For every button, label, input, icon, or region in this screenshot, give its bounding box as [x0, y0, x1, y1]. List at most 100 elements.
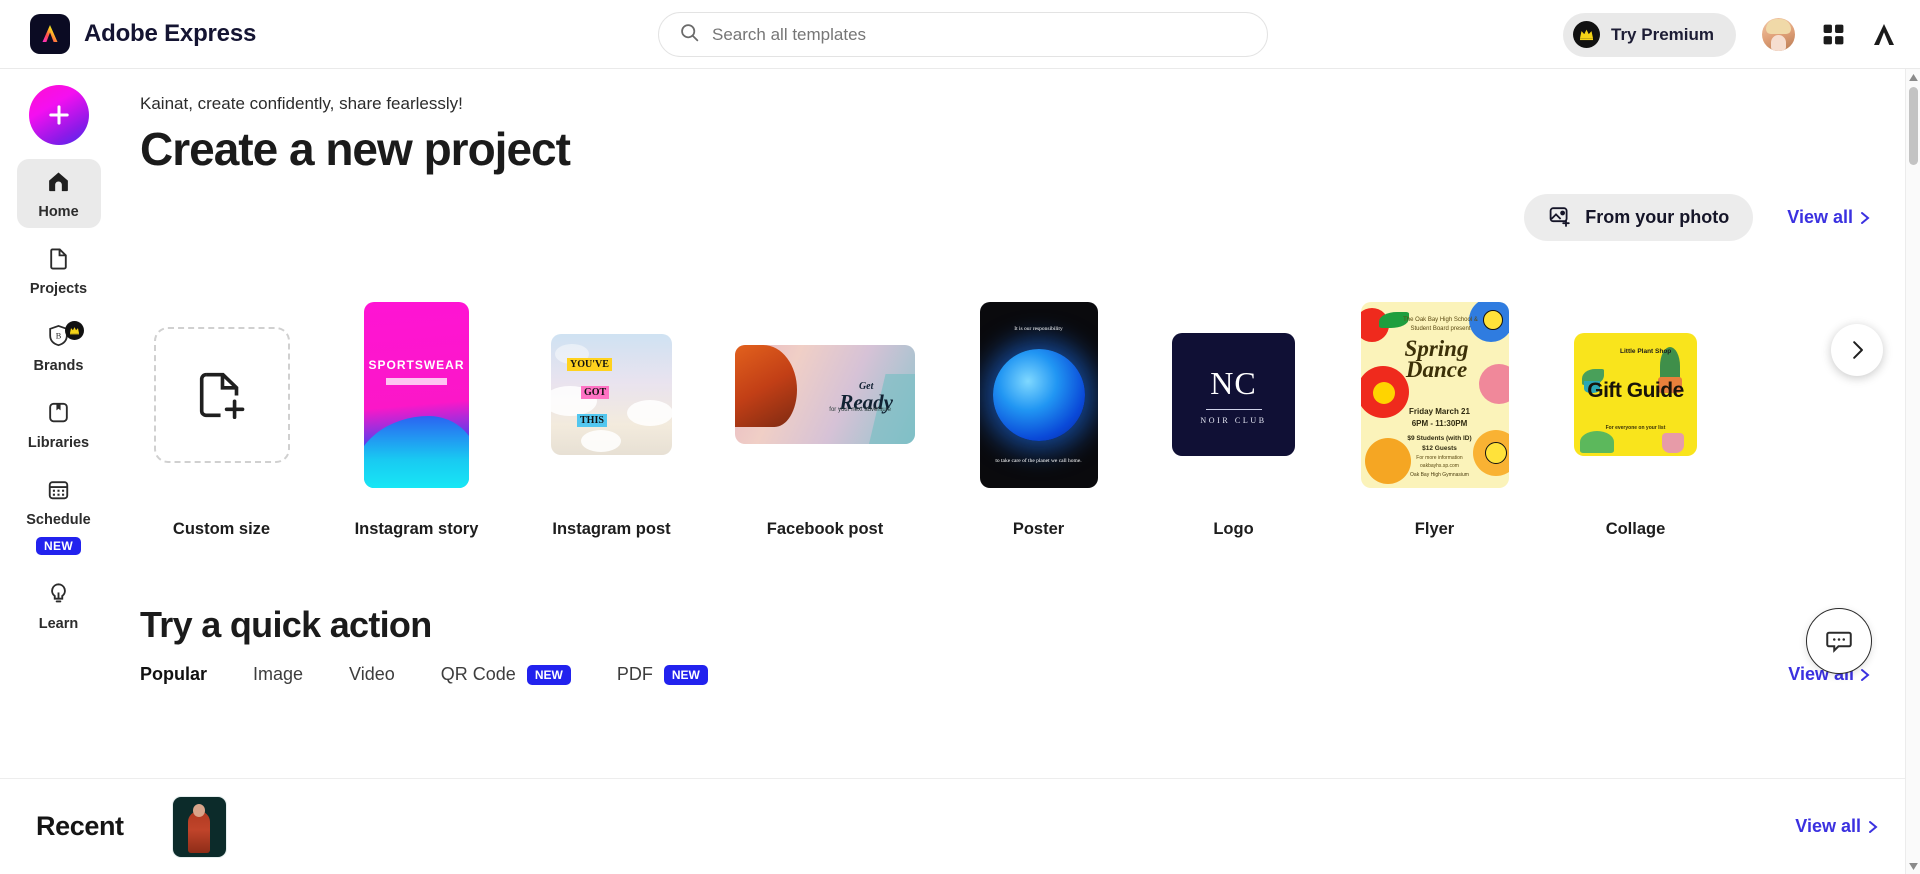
template-card-label: Instagram story	[354, 520, 479, 538]
greeting-text: Kainat, create confidently, share fearle…	[140, 94, 463, 113]
collage-thumbnail: Little Plant Shop Gift Guide For everyon…	[1574, 333, 1697, 456]
app-grid-icon[interactable]	[1821, 22, 1846, 47]
template-card-logo[interactable]: NC NOIR CLUB Logo	[1152, 287, 1315, 539]
crown-badge-icon	[64, 321, 84, 340]
collage-subtitle: For everyone on your list	[1605, 425, 1666, 431]
search-input[interactable]	[712, 24, 1247, 45]
new-badge: NEW	[663, 664, 708, 685]
facebook-post-thumbnail: Get Ready for your next adventure	[735, 345, 915, 444]
avatar[interactable]	[1762, 18, 1795, 51]
tab-video[interactable]: Video	[349, 664, 395, 685]
recent-project-thumbnail[interactable]	[171, 795, 227, 858]
tab-qr-code[interactable]: QR Code NEW	[441, 664, 571, 685]
ig-word: THIS	[577, 414, 607, 427]
tab-label: PDF	[616, 664, 653, 684]
tab-popular[interactable]: Popular	[140, 664, 207, 685]
recent-bar: Recent View all	[0, 778, 1920, 874]
sidebar-item-libraries[interactable]: Libraries	[17, 390, 101, 459]
template-card-label: Flyer	[1414, 520, 1455, 538]
page-scrollbar[interactable]	[1905, 69, 1920, 874]
scroll-down-arrow[interactable]	[1906, 858, 1920, 874]
top-header-bar: Adobe Express Try Premium	[0, 0, 1920, 69]
create-project-actions: From your photo View all	[1524, 194, 1870, 241]
adobe-logo-icon[interactable]	[1872, 22, 1896, 47]
tab-label: QR Code	[440, 664, 516, 684]
recent-title: Recent	[36, 811, 124, 841]
create-new-button[interactable]	[28, 85, 89, 145]
chevron-right-icon	[1869, 820, 1878, 833]
template-card-poster[interactable]: It is our responsibility to take care of…	[957, 287, 1120, 539]
document-icon	[46, 246, 71, 276]
template-card-label: Instagram post	[552, 520, 671, 538]
chat-bubble-icon	[1826, 631, 1852, 653]
poster-thumbnail: It is our responsibility to take care of…	[979, 301, 1098, 488]
sidebar-item-label: Projects	[29, 281, 88, 297]
instagram-story-thumbnail: SPORTSWEAR	[364, 301, 469, 488]
page-title: Create a new project	[140, 123, 571, 175]
try-premium-label: Try Premium	[1611, 24, 1714, 44]
template-card-label: Facebook post	[766, 520, 884, 538]
tab-image[interactable]: Image	[253, 664, 303, 685]
tab-label: Video	[349, 664, 395, 684]
new-badge: NEW	[36, 537, 81, 555]
templates-view-all-link[interactable]: View all	[1787, 207, 1870, 228]
collage-brand: Little Plant Shop	[1620, 348, 1672, 355]
chevron-right-icon	[1861, 211, 1870, 224]
brand-home-link[interactable]: Adobe Express	[30, 14, 256, 54]
flyer-presenter: The Oak Bay High School & Student Board …	[1403, 316, 1478, 332]
from-your-photo-button[interactable]: From your photo	[1524, 194, 1754, 241]
flyer-datetime: Friday March 21 6PM - 11:30PM	[1409, 406, 1470, 428]
template-card-instagram-story[interactable]: SPORTSWEAR Instagram story	[335, 287, 498, 539]
logo-monogram: NC	[1210, 364, 1257, 401]
ig-word: GOT	[581, 386, 610, 399]
sidebar-item-projects[interactable]: Projects	[17, 236, 101, 305]
brand-name-text: Adobe Express	[84, 20, 257, 47]
lightbulb-icon	[46, 581, 71, 611]
chat-support-button[interactable]	[1806, 608, 1872, 674]
templates-next-button[interactable]	[1831, 324, 1883, 376]
sidebar-item-label: Libraries	[27, 435, 90, 451]
try-premium-button[interactable]: Try Premium	[1563, 12, 1736, 57]
recent-view-all-link[interactable]: View all	[1795, 816, 1878, 837]
sidebar-item-brands[interactable]: B Brands	[17, 313, 101, 382]
chevron-right-icon	[1861, 668, 1870, 681]
template-card-collage[interactable]: Little Plant Shop Gift Guide For everyon…	[1554, 287, 1717, 539]
sidebar-item-label: Schedule	[26, 512, 91, 528]
header-right-actions: Try Premium	[1563, 0, 1896, 69]
tab-pdf[interactable]: PDF NEW	[617, 664, 708, 685]
sidebar-item-schedule[interactable]: Schedule NEW	[17, 467, 101, 563]
calendar-icon	[46, 477, 71, 507]
template-card-label: Poster	[1012, 520, 1065, 538]
document-plus-icon	[199, 372, 244, 419]
template-card-instagram-post[interactable]: YOU'VE GOT THIS Instagram post	[530, 287, 693, 539]
flyer-prices: $9 Students (with ID) $12 Guests	[1407, 434, 1472, 452]
custom-size-thumbnail	[153, 326, 290, 463]
instagram-post-thumbnail: YOU'VE GOT THIS	[551, 334, 672, 455]
template-card-custom-size[interactable]: Custom size	[140, 287, 303, 539]
left-sidebar: Home Projects B Brands Libraries Schedul…	[0, 69, 117, 874]
poster-top-text: It is our responsibility	[1014, 325, 1063, 332]
adobe-express-logo-icon	[30, 14, 70, 54]
collage-title: Gift Guide	[1587, 379, 1684, 402]
fb-subtitle: for your next adventure	[829, 407, 891, 413]
story-thumb-title: SPORTSWEAR	[368, 357, 465, 372]
template-card-facebook-post[interactable]: Get Ready for your next adventure Facebo…	[725, 287, 925, 539]
template-card-flyer[interactable]: The Oak Bay High School & Student Board …	[1347, 287, 1522, 539]
scroll-up-arrow[interactable]	[1906, 69, 1920, 85]
search-bar[interactable]	[658, 12, 1268, 57]
ig-word: YOU'VE	[567, 358, 612, 371]
library-icon	[46, 400, 71, 430]
template-card-label: Logo	[1213, 520, 1254, 538]
poster-bottom-text: to take care of the planet we call home.	[995, 457, 1082, 464]
view-all-label: View all	[1795, 816, 1861, 836]
template-card-label: Custom size	[172, 520, 271, 538]
home-icon	[46, 169, 71, 199]
logo-thumbnail: NC NOIR CLUB	[1172, 333, 1295, 456]
flyer-info: For more information oakbayhs.sp.com	[1416, 454, 1463, 469]
scrollbar-thumb[interactable]	[1909, 87, 1918, 165]
template-card-label: Collage	[1605, 520, 1666, 538]
sidebar-item-learn[interactable]: Learn	[17, 571, 101, 640]
quick-action-title: Try a quick action	[140, 604, 432, 645]
sidebar-item-home[interactable]: Home	[16, 159, 101, 228]
logo-subtitle: NOIR CLUB	[1200, 415, 1267, 425]
